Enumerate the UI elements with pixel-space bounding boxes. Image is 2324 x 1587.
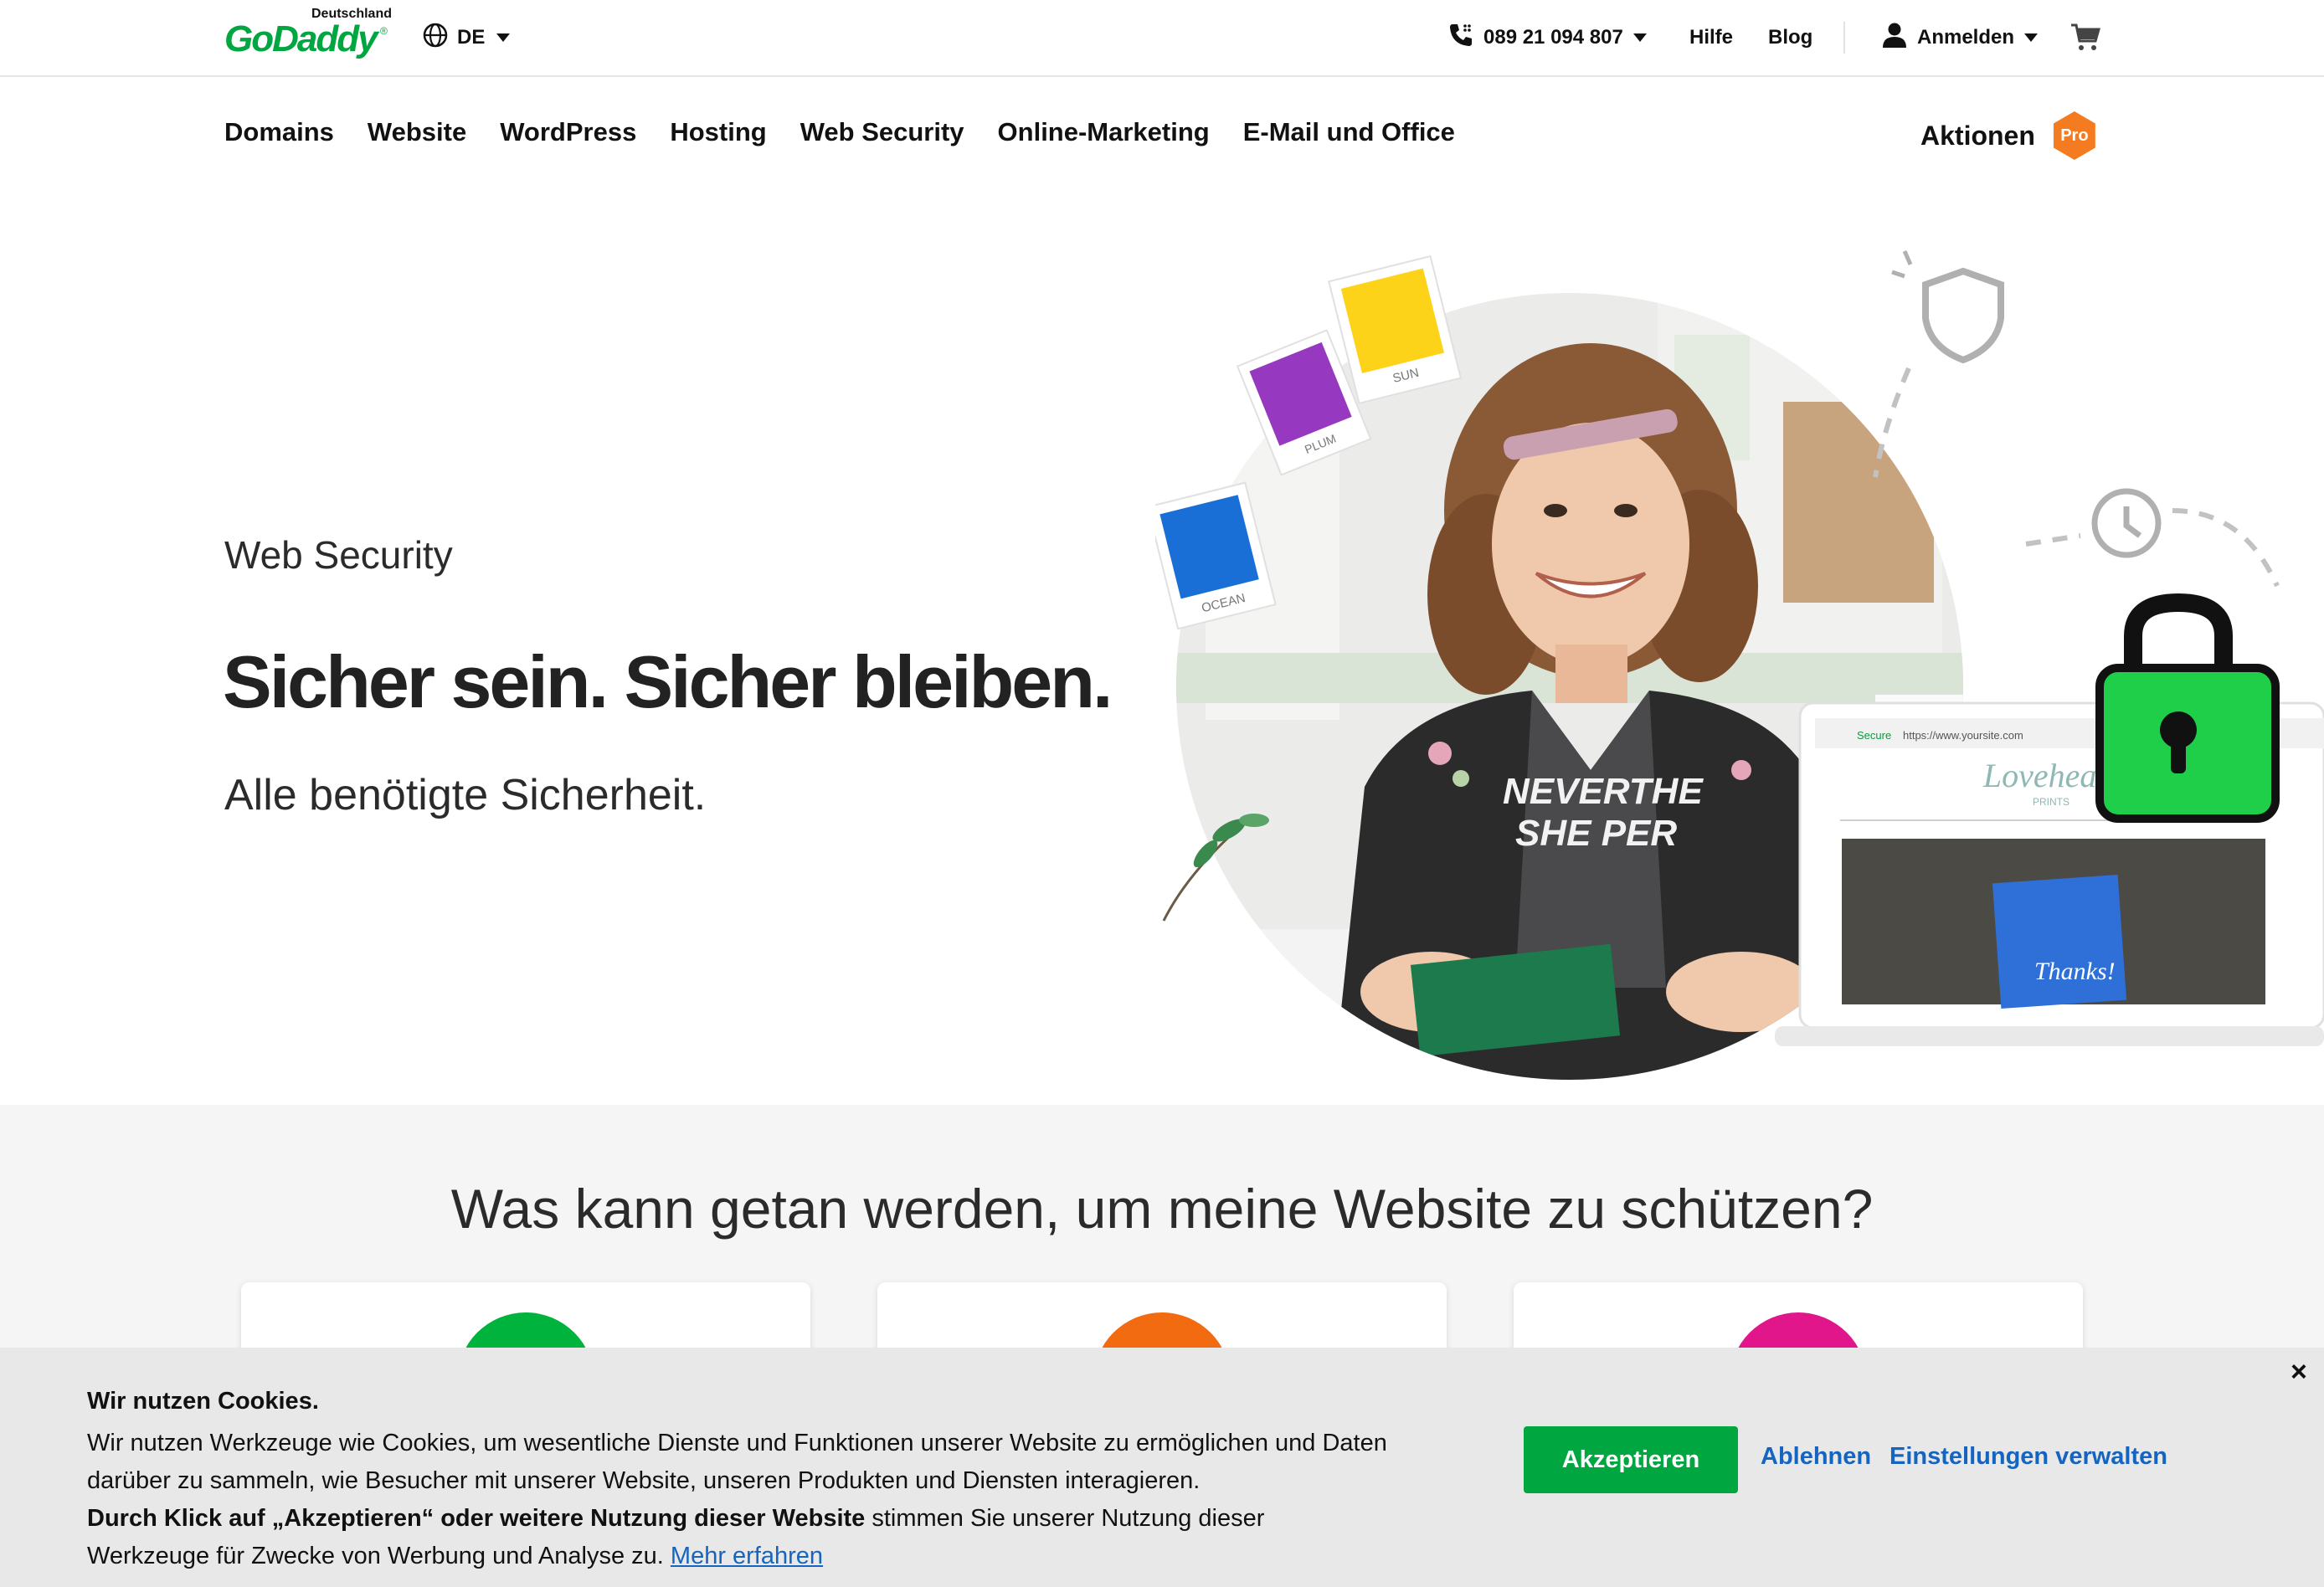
signin-label: Anmelden: [1917, 26, 2015, 49]
registered-mark: ®: [380, 25, 388, 37]
chevron-down-icon: [2024, 33, 2039, 42]
laptop-brand-sub: PRINTS: [2033, 796, 2069, 808]
nav-item-hosting[interactable]: Hosting: [670, 117, 766, 147]
nav-item-domains[interactable]: Domains: [224, 117, 334, 147]
logo-wordmark: GoDaddy: [224, 18, 378, 59]
clock-icon: [2091, 488, 2162, 558]
close-icon[interactable]: ×: [2291, 1356, 2307, 1389]
cookie-text-line1: Wir nutzen Werkzeuge wie Cookies, um wes…: [87, 1430, 1387, 1494]
accept-button[interactable]: Akzeptieren: [1524, 1426, 1738, 1493]
blog-link[interactable]: Blog: [1768, 20, 1812, 55]
svg-text:SHE PER: SHE PER: [1515, 813, 1677, 854]
hero-title: Sicher sein. Sicher bleiben.: [223, 640, 1113, 723]
cookie-banner: × Wir nutzen Cookies. Wir nutzen Werkzeu…: [0, 1348, 2324, 1587]
lock-icon: [2095, 593, 2280, 823]
top-utility-bar: Deutschland GoDaddy ® DE 089 21 094 807 …: [0, 0, 2324, 77]
learn-more-link[interactable]: Mehr erfahren: [671, 1543, 823, 1569]
cart-icon[interactable]: [2069, 20, 2101, 55]
manage-settings-button[interactable]: Einstellungen verwalten: [1890, 1443, 2167, 1471]
dashed-path: [2172, 508, 2280, 588]
decline-button[interactable]: Ablehnen: [1761, 1443, 1871, 1471]
laptop-card-text: Thanks!: [2034, 958, 2116, 985]
phone-menu[interactable]: 089 21 094 807: [1447, 20, 1647, 55]
divider: [1843, 22, 1845, 54]
section-title: Was kann getan werden, um meine Website …: [450, 1178, 1874, 1240]
nav-item-website[interactable]: Website: [368, 117, 466, 147]
nav-item-web-security[interactable]: Web Security: [800, 117, 964, 147]
phone-icon: [1447, 21, 1475, 55]
nav-item-online-marketing[interactable]: Online-Marketing: [998, 117, 1210, 147]
signin-menu[interactable]: Anmelden: [1880, 20, 2039, 55]
pro-badge: Pro: [2053, 111, 2095, 160]
help-link[interactable]: Hilfe: [1689, 20, 1733, 55]
shield-icon: [1891, 249, 2004, 364]
cookie-text-bold: Durch Klick auf „Akzeptieren“ oder weite…: [87, 1505, 866, 1532]
chevron-down-icon: [1632, 33, 1647, 42]
chevron-down-icon: [496, 33, 511, 42]
main-navigation: Domains Website WordPress Hosting Web Se…: [224, 117, 1455, 147]
hero-eyebrow: Web Security: [224, 533, 453, 577]
phone-number: 089 21 094 807: [1483, 26, 1623, 49]
dashed-path: [2025, 533, 2081, 547]
promotions-label: Aktionen: [1920, 120, 2035, 151]
nav-item-email-office[interactable]: E-Mail und Office: [1243, 117, 1455, 147]
secure-label: Secure: [1857, 729, 1891, 742]
nav-item-wordpress[interactable]: WordPress: [500, 117, 636, 147]
cookie-title: Wir nutzen Cookies.: [87, 1388, 319, 1415]
hero-subtitle: Alle benötigte Sicherheit.: [224, 771, 707, 819]
language-selector[interactable]: DE: [422, 20, 511, 55]
user-icon: [1880, 21, 1909, 55]
godaddy-logo[interactable]: Deutschland GoDaddy ®: [224, 7, 392, 59]
promotions-link[interactable]: Aktionen Pro: [1920, 111, 2099, 160]
globe-icon: [422, 22, 449, 54]
hero-illustration: NEVERTHE SHE PER OCEAN PLUM SUN Secure h…: [1155, 249, 2324, 1080]
language-label: DE: [457, 26, 486, 49]
shirt-print: NEVERTHE: [1503, 771, 1704, 812]
cookie-text: Wir nutzen Werkzeuge wie Cookies, um wes…: [87, 1425, 1393, 1575]
laptop-url: https://www.yoursite.com: [1903, 729, 2023, 742]
